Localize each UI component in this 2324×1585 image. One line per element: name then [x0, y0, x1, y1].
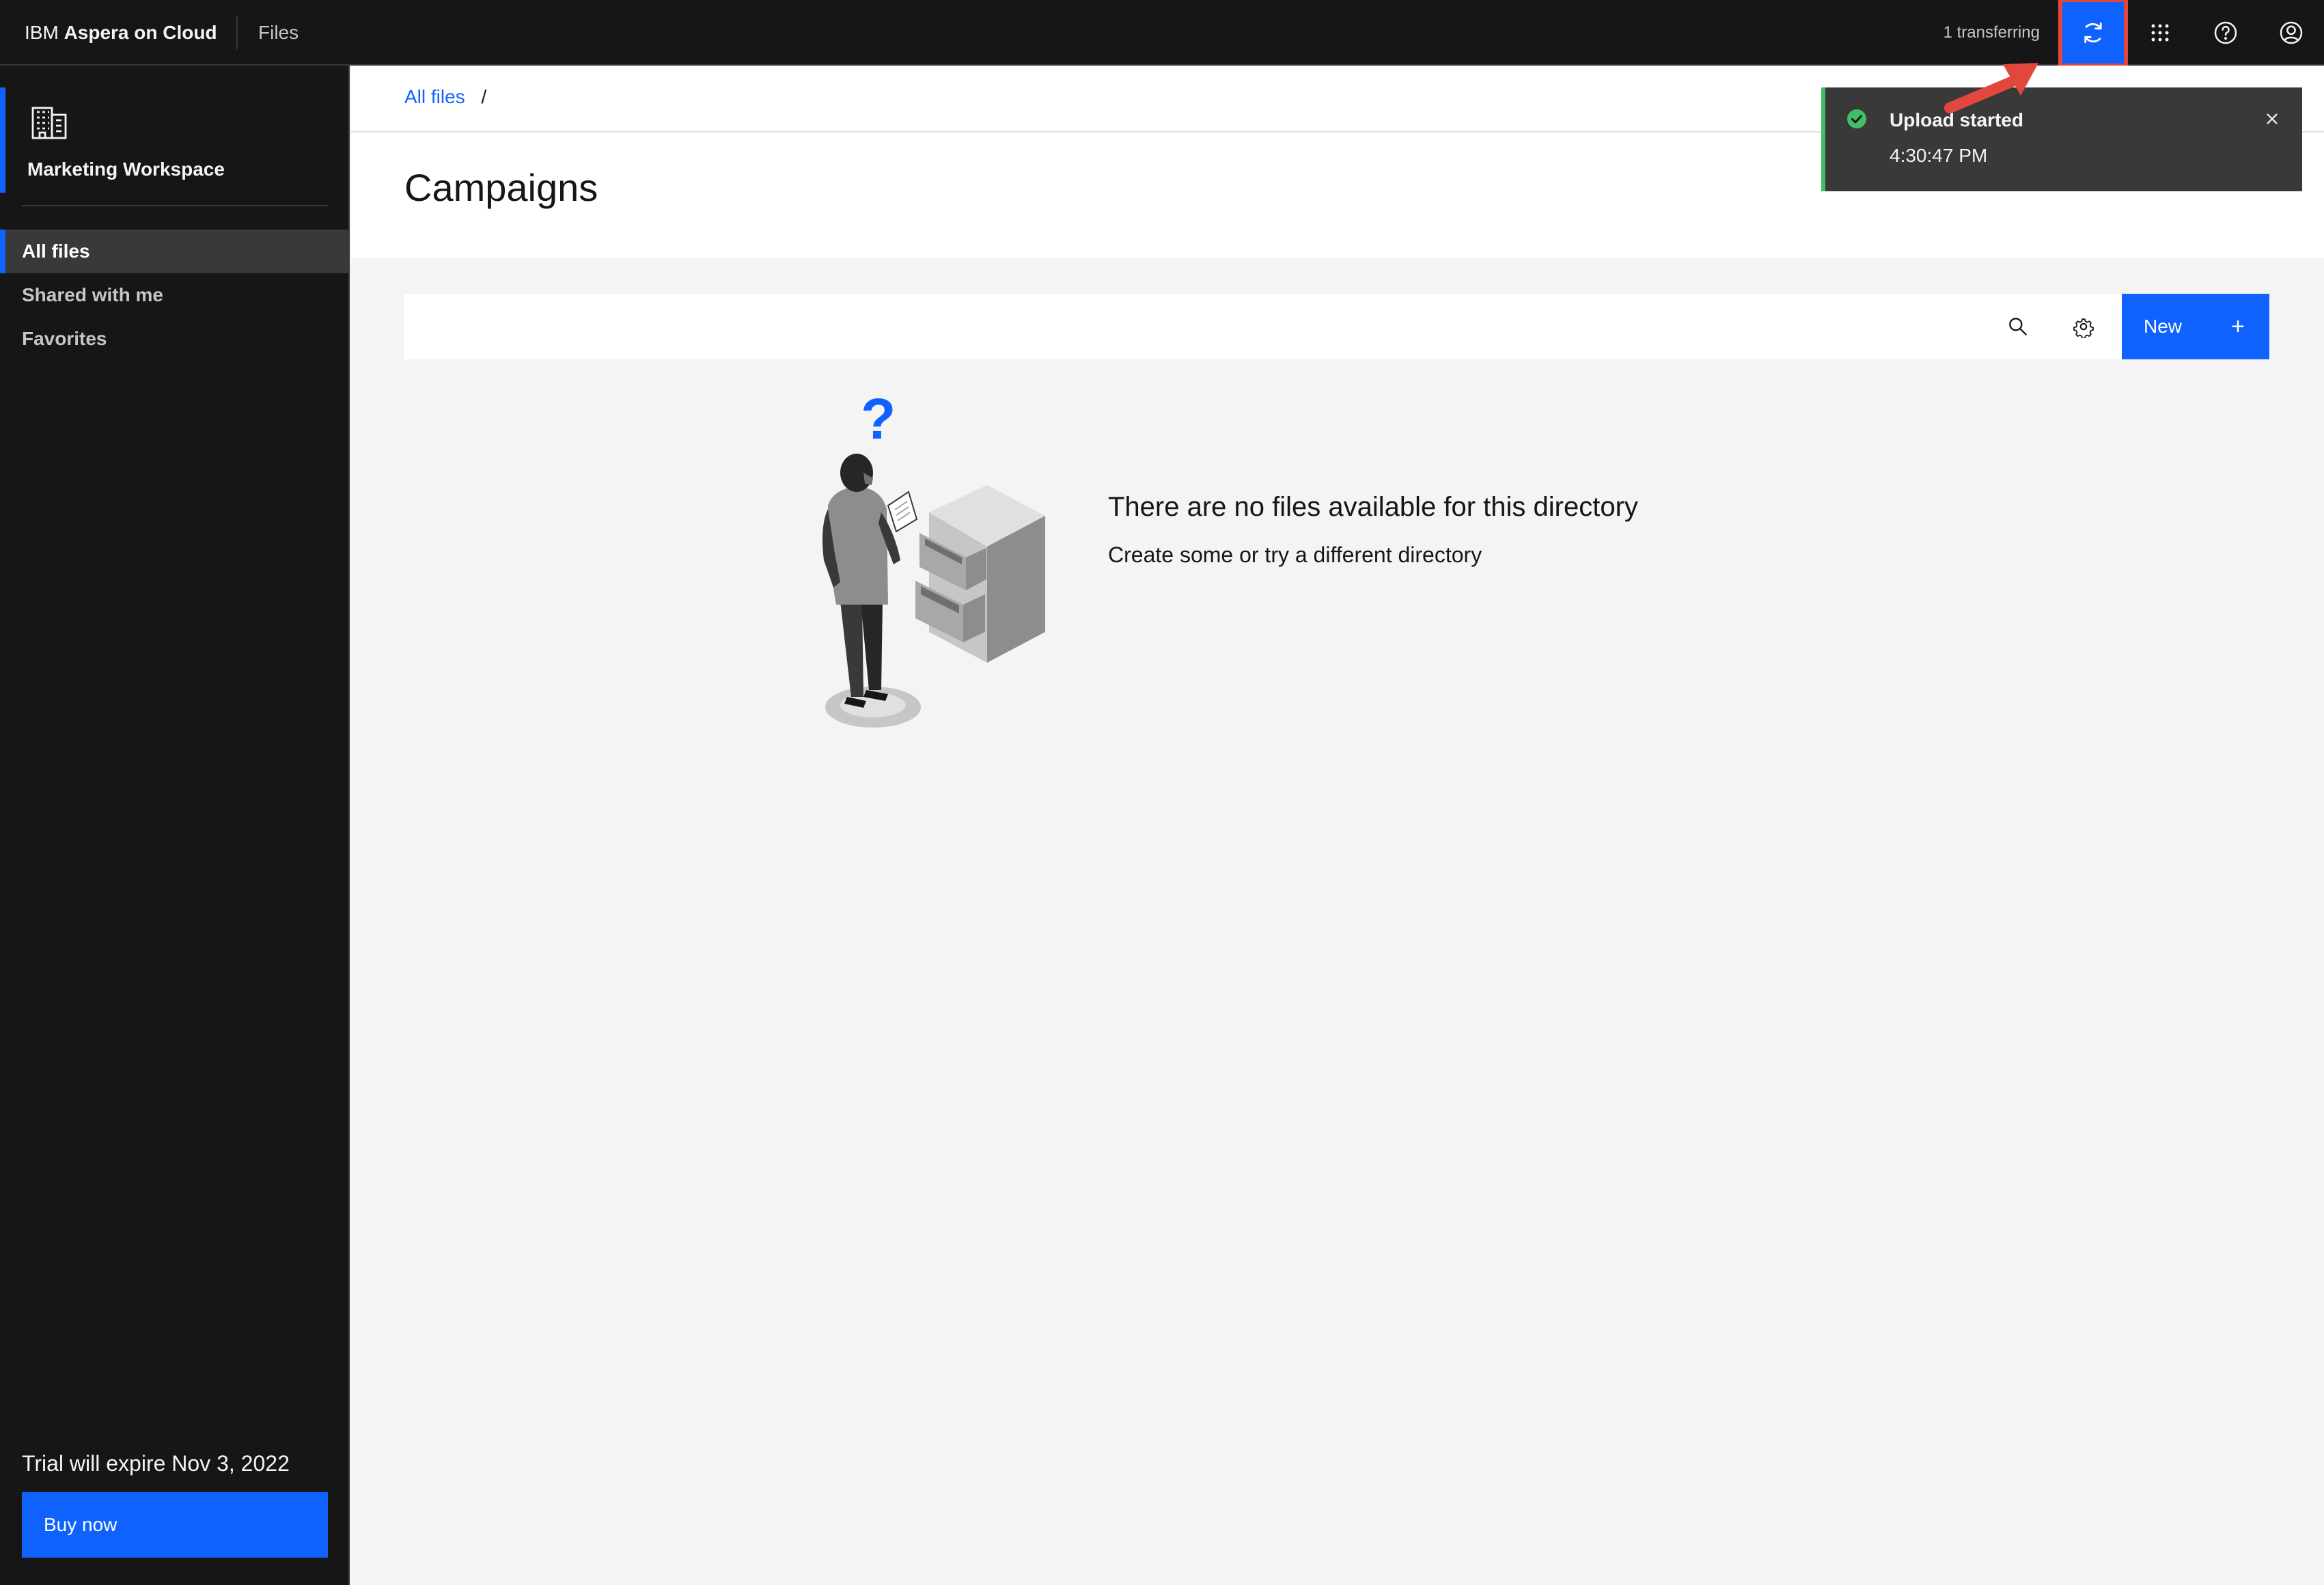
user-icon [2280, 21, 2303, 44]
sidebar-item-all-files[interactable]: All files [0, 230, 350, 273]
app-switcher-icon [2151, 24, 2169, 42]
search-button[interactable] [1985, 294, 2051, 359]
empty-state-subtitle: Create some or try a different directory [1108, 542, 1482, 567]
toast-timestamp: 4:30:47 PM [1890, 145, 1988, 166]
breadcrumb: All files / [404, 86, 486, 108]
help-button[interactable] [2193, 0, 2258, 66]
app-brand[interactable]: IBM Aspera on Cloud [25, 0, 217, 66]
page-title: Campaigns [404, 166, 598, 209]
settings-icon [2073, 318, 2094, 338]
new-button[interactable]: New + [2122, 294, 2269, 359]
app-switcher-button[interactable] [2127, 0, 2193, 66]
building-icon [31, 107, 67, 139]
plus-icon: + [2231, 314, 2245, 340]
sidebar-item-shared-with-me[interactable]: Shared with me [0, 273, 350, 317]
new-button-label: New [2144, 316, 2183, 337]
buy-now-button[interactable]: Buy now [22, 1492, 328, 1558]
toast-close-button[interactable] [2258, 105, 2286, 133]
header-divider [236, 16, 238, 49]
upload-toast-notification: Upload started 4:30:47 PM [1821, 87, 2302, 191]
workspace-name[interactable]: Marketing Workspace [27, 158, 225, 180]
files-toolbar: New + [404, 294, 2269, 359]
transfers-icon [2084, 22, 2102, 44]
breadcrumb-separator: / [481, 86, 487, 107]
header-section-title[interactable]: Files [258, 0, 299, 66]
workspace-accent [0, 87, 5, 193]
breadcrumb-all-files-link[interactable]: All files [404, 86, 465, 107]
search-icon [2009, 318, 2027, 335]
sidebar-divider [22, 205, 328, 206]
top-header: IBM Aspera on Cloud Files 1 transferring [0, 0, 2324, 68]
svg-text:?: ? [861, 396, 896, 451]
transfers-button[interactable] [2058, 0, 2128, 68]
user-profile-button[interactable] [2258, 0, 2324, 66]
empty-folder-illustration: ? [822, 396, 1045, 728]
help-icon [2214, 21, 2237, 44]
trial-expiry-text: Trial will expire Nov 3, 2022 [22, 1451, 290, 1476]
brand-prefix: IBM [25, 22, 59, 43]
settings-button[interactable] [2051, 294, 2116, 359]
callout-arrow-icon [1944, 63, 2038, 113]
close-icon [2267, 113, 2278, 124]
sidebar-item-favorites[interactable]: Favorites [0, 317, 350, 361]
sidebar: Marketing Workspace All files Shared wit… [0, 66, 350, 1585]
transfer-status[interactable]: 1 transferring [1943, 0, 2040, 66]
brand-name: Aspera on Cloud [64, 22, 217, 43]
empty-state-title: There are no files available for this di… [1108, 492, 1638, 522]
checkmark-circle-icon [1847, 109, 1866, 128]
